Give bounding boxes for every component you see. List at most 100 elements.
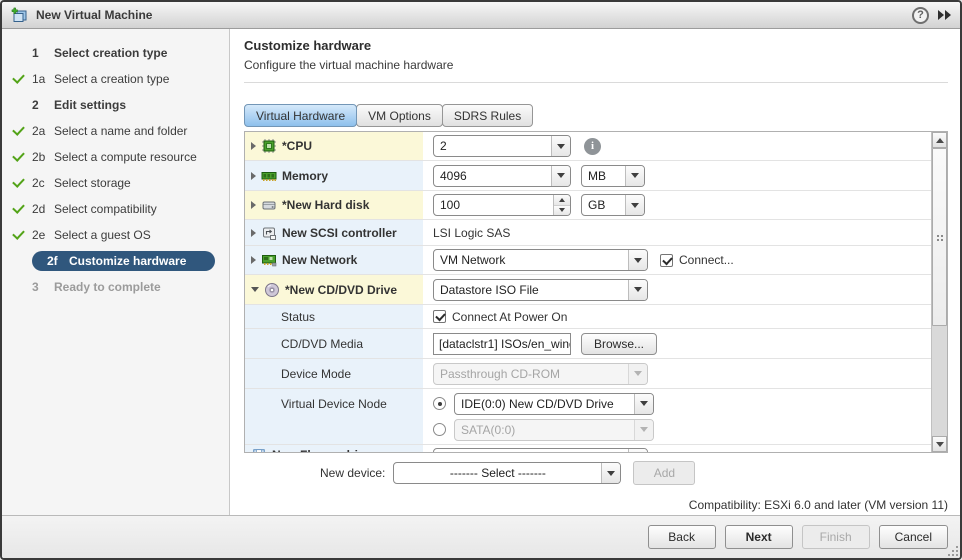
tab-sdrs-rules[interactable]: SDRS Rules <box>441 104 534 127</box>
chevron-down-icon <box>628 250 647 270</box>
expand-network-icon[interactable] <box>251 256 256 264</box>
sata-node-select: SATA(0:0) <box>454 418 654 441</box>
scsi-type-value: LSI Logic SAS <box>433 225 511 240</box>
scroll-down-icon[interactable] <box>932 436 947 452</box>
browse-button[interactable]: Browse... <box>581 332 658 355</box>
check-icon <box>11 202 29 216</box>
new-vm-wizard-dialog: New Virtual Machine ? 1 Select creation … <box>0 0 962 560</box>
sidebar-step-1a[interactable]: 1a Select a creation type <box>2 66 229 92</box>
cd-status-row: Status Connect At Power On <box>245 305 931 329</box>
resize-grip-icon[interactable] <box>948 546 958 556</box>
step-status <box>11 254 29 268</box>
device-mode-row: Device Mode Passthrough CD-ROM <box>245 359 931 389</box>
hardware-table: *CPU 2 i Memory 4096 MB *New Hard disk 1… <box>244 131 948 453</box>
memory-icon <box>261 171 277 181</box>
finish-button: Finish <box>801 525 870 549</box>
new-device-select[interactable]: ------- Select ------- <box>393 462 622 484</box>
cd-media-type-select[interactable]: Datastore ISO File <box>433 278 648 301</box>
cpu-count-select[interactable]: 2 <box>433 135 571 157</box>
expand-memory-icon[interactable] <box>251 171 256 180</box>
floppy-device-select[interactable]: Client Device <box>433 448 648 452</box>
disk-size-input[interactable]: 100 <box>433 194 571 216</box>
info-icon[interactable]: i <box>584 137 601 155</box>
cd-dvd-icon <box>265 282 279 297</box>
network-connect-checkbox[interactable] <box>660 253 673 267</box>
chevron-down-icon <box>625 195 644 215</box>
sidebar-step-2f-current[interactable]: 2f Customize hardware <box>2 248 229 274</box>
chevron-down-icon <box>551 136 570 156</box>
scrollbar-track[interactable] <box>932 148 947 436</box>
expand-scsi-icon[interactable] <box>251 228 256 237</box>
tab-virtual-hardware[interactable]: Virtual Hardware <box>244 104 358 127</box>
network-connect-label: Connect... <box>679 253 734 267</box>
scrollbar-thumb[interactable] <box>932 148 947 326</box>
check-icon <box>11 228 29 242</box>
hardware-tab-bar: Virtual Hardware VM Options SDRS Rules <box>244 104 948 127</box>
check-icon <box>11 176 29 190</box>
main-panel: Customize hardware Configure the virtual… <box>230 29 960 515</box>
expand-disk-icon[interactable] <box>251 201 256 209</box>
new-device-bar: New device: ------- Select ------- Add <box>320 461 948 485</box>
ide-node-select[interactable]: IDE(0:0) New CD/DVD Drive <box>454 392 654 415</box>
sidebar-step-3: 3 Ready to complete <box>2 274 229 300</box>
spinner-up-icon <box>554 195 570 206</box>
memory-row: Memory 4096 MB <box>245 161 931 191</box>
disk-unit-select[interactable]: GB <box>581 194 645 216</box>
chevron-down-icon <box>601 463 621 483</box>
connect-at-power-on-checkbox[interactable] <box>433 310 446 323</box>
vertical-scrollbar[interactable] <box>931 132 947 452</box>
chevron-down-icon <box>634 419 653 440</box>
cd-dvd-row: *New CD/DVD Drive Datastore ISO File <box>245 275 931 305</box>
title-bar: New Virtual Machine ? <box>2 2 960 29</box>
ide-node-radio[interactable] <box>433 397 446 410</box>
expand-cpu-icon[interactable] <box>251 142 256 150</box>
tab-vm-options[interactable]: VM Options <box>356 104 443 127</box>
wizard-steps-sidebar: 1 Select creation type 1a Select a creat… <box>2 29 230 515</box>
back-button[interactable]: Back <box>647 525 716 549</box>
sidebar-step-2d[interactable]: 2d Select compatibility <box>2 196 229 222</box>
header-divider <box>244 82 948 83</box>
check-icon <box>11 150 29 164</box>
footer-button-bar: Back Next Finish Cancel <box>2 515 960 558</box>
device-mode-select: Passthrough CD-ROM <box>433 362 648 385</box>
check-icon <box>11 124 29 138</box>
compatibility-text: Compatibility: ESXi 6.0 and later (VM ve… <box>688 498 948 512</box>
collapse-panel-icon[interactable] <box>938 10 951 20</box>
new-vm-icon <box>11 7 27 22</box>
chevron-down-icon <box>628 279 647 300</box>
scroll-up-icon[interactable] <box>932 132 947 148</box>
spinner-down-icon <box>554 205 570 215</box>
sidebar-step-2c[interactable]: 2c Select storage <box>2 170 229 196</box>
spinner-buttons[interactable] <box>553 195 570 215</box>
memory-size-select[interactable]: 4096 <box>433 164 571 187</box>
step-status <box>11 98 29 112</box>
dialog-title: New Virtual Machine <box>36 8 153 22</box>
collapse-cddvd-icon[interactable] <box>251 287 259 292</box>
hard-disk-icon <box>262 201 276 210</box>
connect-at-power-on-label: Connect At Power On <box>452 309 568 324</box>
floppy-connect-checkbox[interactable] <box>665 453 678 454</box>
add-device-button: Add <box>633 461 696 485</box>
help-icon[interactable]: ? <box>912 6 929 24</box>
sidebar-step-2: 2 Edit settings <box>2 92 229 118</box>
sata-node-radio[interactable] <box>433 423 446 436</box>
cd-media-row: CD/DVD Media [dataclstr1] ISOs/en_windo … <box>245 329 931 359</box>
floppy-row-clipped: New Floppy drive Client Device Connect.. <box>245 445 931 454</box>
memory-unit-select[interactable]: MB <box>581 164 645 187</box>
chevron-down-icon <box>628 449 647 452</box>
chevron-down-icon <box>551 165 570 186</box>
sidebar-step-2a[interactable]: 2a Select a name and folder <box>2 118 229 144</box>
sidebar-step-2e[interactable]: 2e Select a guest OS <box>2 222 229 248</box>
cancel-button[interactable]: Cancel <box>878 525 948 549</box>
network-row: New Network VM Network Connect... <box>245 246 931 275</box>
current-step-pill: 2f Customize hardware <box>32 251 215 271</box>
network-select[interactable]: VM Network <box>433 249 648 271</box>
page-title: Customize hardware <box>244 38 372 53</box>
iso-path-input[interactable]: [dataclstr1] ISOs/en_windo <box>433 332 571 355</box>
new-device-label: New device: <box>320 466 386 480</box>
scsi-controller-row: New SCSI controller LSI Logic SAS <box>245 220 931 246</box>
sidebar-step-2b[interactable]: 2b Select a compute resource <box>2 144 229 170</box>
cpu-icon <box>262 139 276 153</box>
chevron-down-icon <box>625 165 644 186</box>
next-button[interactable]: Next <box>724 525 793 549</box>
